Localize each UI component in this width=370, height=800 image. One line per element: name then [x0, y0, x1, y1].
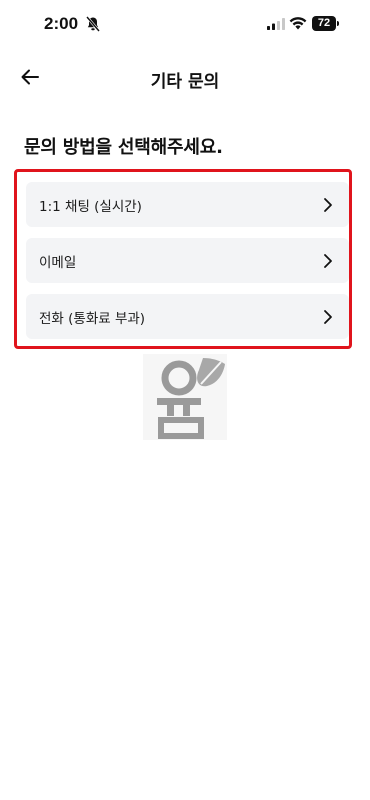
option-label: 전화 (통화료 부과): [39, 310, 146, 327]
option-label: 이메일: [39, 254, 77, 271]
header: 기타 문의: [0, 55, 370, 99]
bell-off-icon: [86, 16, 100, 32]
section-heading: 문의 방법을 선택해주세요.: [24, 137, 223, 158]
contact-options-highlight: 1:1 채팅 (실시간) 이메일 전화 (통화료 부과): [14, 169, 352, 349]
chevron-right-icon: [324, 310, 332, 324]
status-bar: 2:00 72: [0, 0, 370, 50]
watermark-logo: [143, 354, 227, 440]
option-phone[interactable]: 전화 (통화료 부과): [26, 294, 349, 339]
chevron-right-icon: [324, 254, 332, 268]
page-title: 기타 문의: [150, 72, 220, 92]
signal-icon: [267, 18, 285, 30]
wifi-icon: [289, 17, 307, 30]
option-email[interactable]: 이메일: [26, 238, 349, 283]
battery-cap: [337, 21, 339, 26]
battery-level: 72: [312, 16, 336, 31]
option-label: 1:1 채팅 (실시간): [39, 198, 142, 215]
status-time: 2:00: [44, 14, 79, 33]
chevron-right-icon: [324, 198, 332, 212]
option-chat[interactable]: 1:1 채팅 (실시간): [26, 182, 349, 227]
battery-icon: 72: [312, 16, 340, 31]
